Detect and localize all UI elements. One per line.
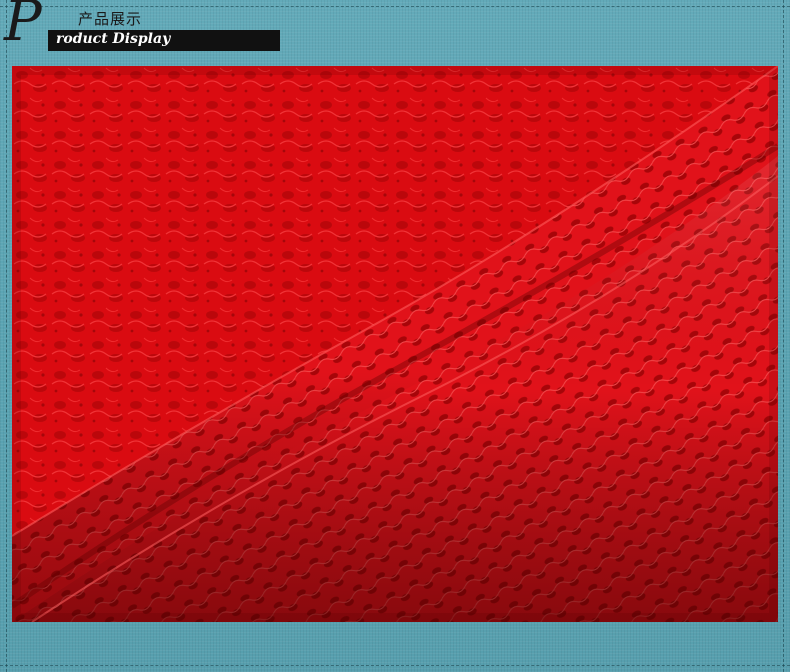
section-header: P 产品展示 roduct Display (0, 0, 300, 60)
stitch-border-bottom (0, 665, 790, 666)
stitch-border-right (783, 0, 784, 672)
section-title-english: roduct Display (56, 31, 171, 47)
decorative-initial: P (4, 0, 42, 54)
section-title-chinese: 产品展示 (78, 10, 143, 28)
stitch-border-left (6, 0, 7, 672)
lace-fabric-image (12, 66, 778, 622)
product-photo (12, 66, 778, 622)
